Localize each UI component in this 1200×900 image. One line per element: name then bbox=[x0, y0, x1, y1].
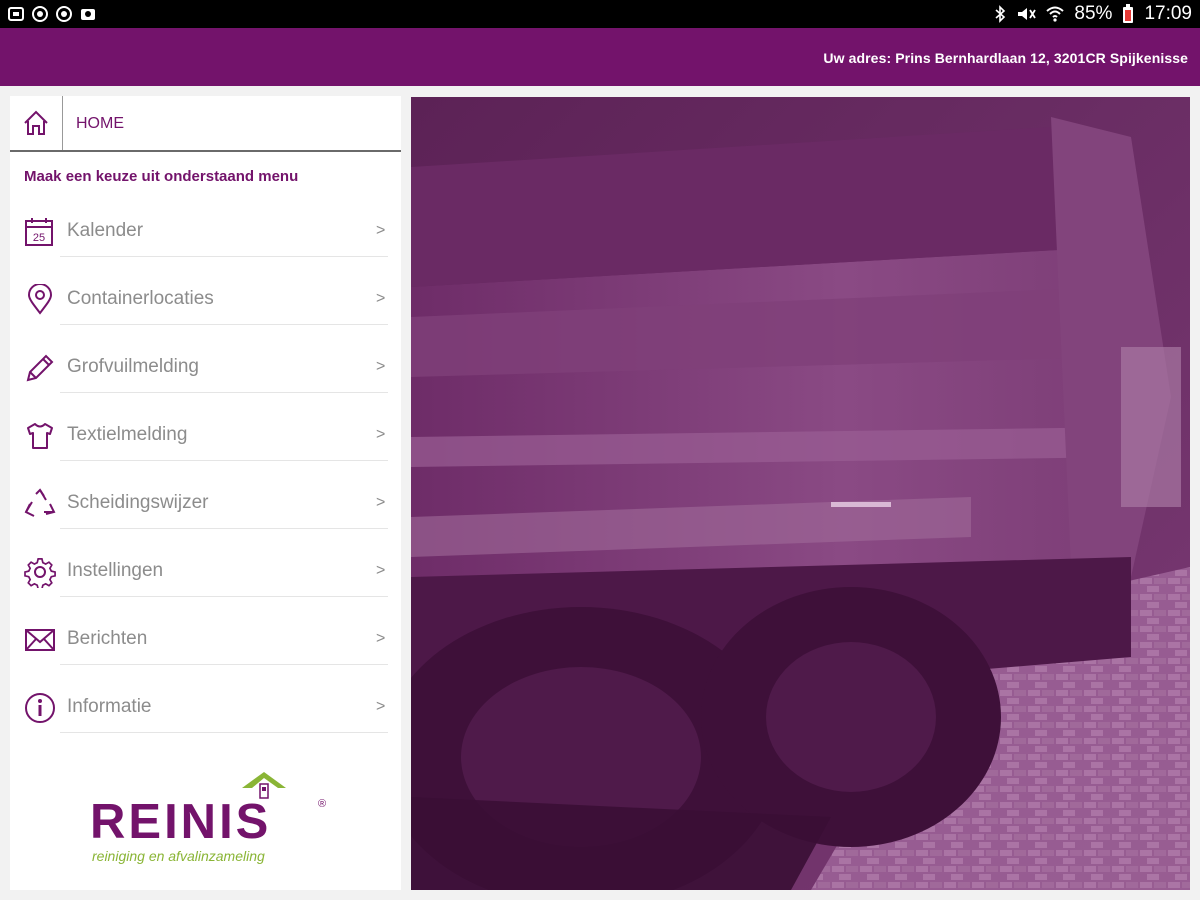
chevron-right-icon: > bbox=[376, 494, 386, 511]
chrome-icon bbox=[32, 6, 48, 22]
menu-item-scheidingswijzer[interactable]: Scheidingswijzer > bbox=[10, 488, 401, 556]
mute-icon bbox=[1018, 8, 1037, 20]
tshirt-icon bbox=[27, 423, 53, 449]
menu-item-label: Textielmelding bbox=[67, 424, 188, 445]
chevron-right-icon: > bbox=[376, 290, 386, 307]
menu-item-kalender[interactable]: 25 Kalender > bbox=[10, 216, 401, 284]
battery-icon bbox=[1123, 4, 1134, 23]
photo-icon bbox=[81, 9, 95, 20]
truck-illustration bbox=[411, 97, 1190, 890]
divider bbox=[60, 392, 388, 393]
menu-item-textielmelding[interactable]: Textielmelding > bbox=[10, 420, 401, 488]
chevron-right-icon: > bbox=[376, 358, 386, 375]
logo-tagline: reiniging en afvalinzameling bbox=[92, 848, 265, 864]
logo-wordmark: REINIS bbox=[90, 795, 272, 849]
divider bbox=[60, 596, 388, 597]
divider bbox=[60, 256, 388, 257]
pencil-icon bbox=[26, 354, 54, 382]
system-icons: 85% 17:09 bbox=[994, 3, 1192, 25]
calendar-icon: 25 bbox=[25, 218, 53, 246]
home-icon bbox=[24, 110, 48, 135]
hero-truck-image bbox=[411, 97, 1190, 890]
reinis-logo: REINIS ® reiniging en afvalinzameling bbox=[90, 770, 330, 870]
clock: 17:09 bbox=[1144, 3, 1192, 24]
info-icon bbox=[25, 693, 55, 723]
menu-panel: HOME Maak een keuze uit onderstaand menu… bbox=[10, 96, 401, 890]
chevron-right-icon: > bbox=[376, 698, 386, 715]
chevron-right-icon: > bbox=[376, 630, 386, 647]
menu-item-label: Grofvuilmelding bbox=[67, 356, 199, 377]
notification-icons bbox=[8, 6, 96, 22]
menu-item-grofvuilmelding[interactable]: Grofvuilmelding > bbox=[10, 352, 401, 420]
chrome-icon bbox=[56, 6, 72, 22]
menu-item-containerlocaties[interactable]: Containerlocaties > bbox=[10, 284, 401, 352]
menu-item-instellingen[interactable]: Instellingen > bbox=[10, 556, 401, 624]
battery-percentage: 85% bbox=[1074, 3, 1113, 24]
chevron-right-icon: > bbox=[376, 426, 386, 443]
app-header: Uw adres: Prins Bernhardlaan 12, 3201CR … bbox=[0, 28, 1200, 86]
home-label: HOME bbox=[76, 115, 124, 132]
registered-mark: ® bbox=[318, 798, 327, 810]
notification-app-icon bbox=[8, 7, 24, 21]
menu-item-berichten[interactable]: Berichten > bbox=[10, 624, 401, 692]
menu-item-label: Instellingen bbox=[67, 560, 164, 581]
home-button[interactable] bbox=[10, 96, 63, 150]
divider bbox=[60, 664, 388, 665]
menu-heading: Maak een keuze uit onderstaand menu bbox=[24, 168, 299, 185]
menu-item-label: Informatie bbox=[67, 696, 152, 717]
menu-item-label: Scheidingswijzer bbox=[67, 492, 209, 513]
chevron-right-icon: > bbox=[376, 562, 386, 579]
gear-icon bbox=[24, 558, 56, 588]
divider bbox=[60, 528, 388, 529]
envelope-icon bbox=[25, 629, 55, 651]
home-nav[interactable]: HOME bbox=[10, 96, 401, 152]
wifi-icon bbox=[1046, 6, 1065, 22]
bluetooth-icon bbox=[995, 5, 1006, 23]
divider bbox=[60, 732, 388, 733]
menu-item-informatie[interactable]: Informatie > bbox=[10, 692, 401, 760]
recycle-icon bbox=[24, 488, 56, 517]
menu-item-label: Kalender bbox=[67, 220, 144, 241]
user-address[interactable]: Uw adres: Prins Bernhardlaan 12, 3201CR … bbox=[823, 50, 1188, 66]
calendar-day-number: 25 bbox=[33, 232, 45, 244]
divider bbox=[60, 460, 388, 461]
menu-item-label: Containerlocaties bbox=[67, 288, 214, 309]
divider bbox=[60, 324, 388, 325]
location-pin-icon bbox=[27, 284, 53, 315]
status-bar: 85% 17:09 bbox=[0, 0, 1200, 28]
chevron-right-icon: > bbox=[376, 222, 386, 239]
menu-item-label: Berichten bbox=[67, 628, 148, 649]
